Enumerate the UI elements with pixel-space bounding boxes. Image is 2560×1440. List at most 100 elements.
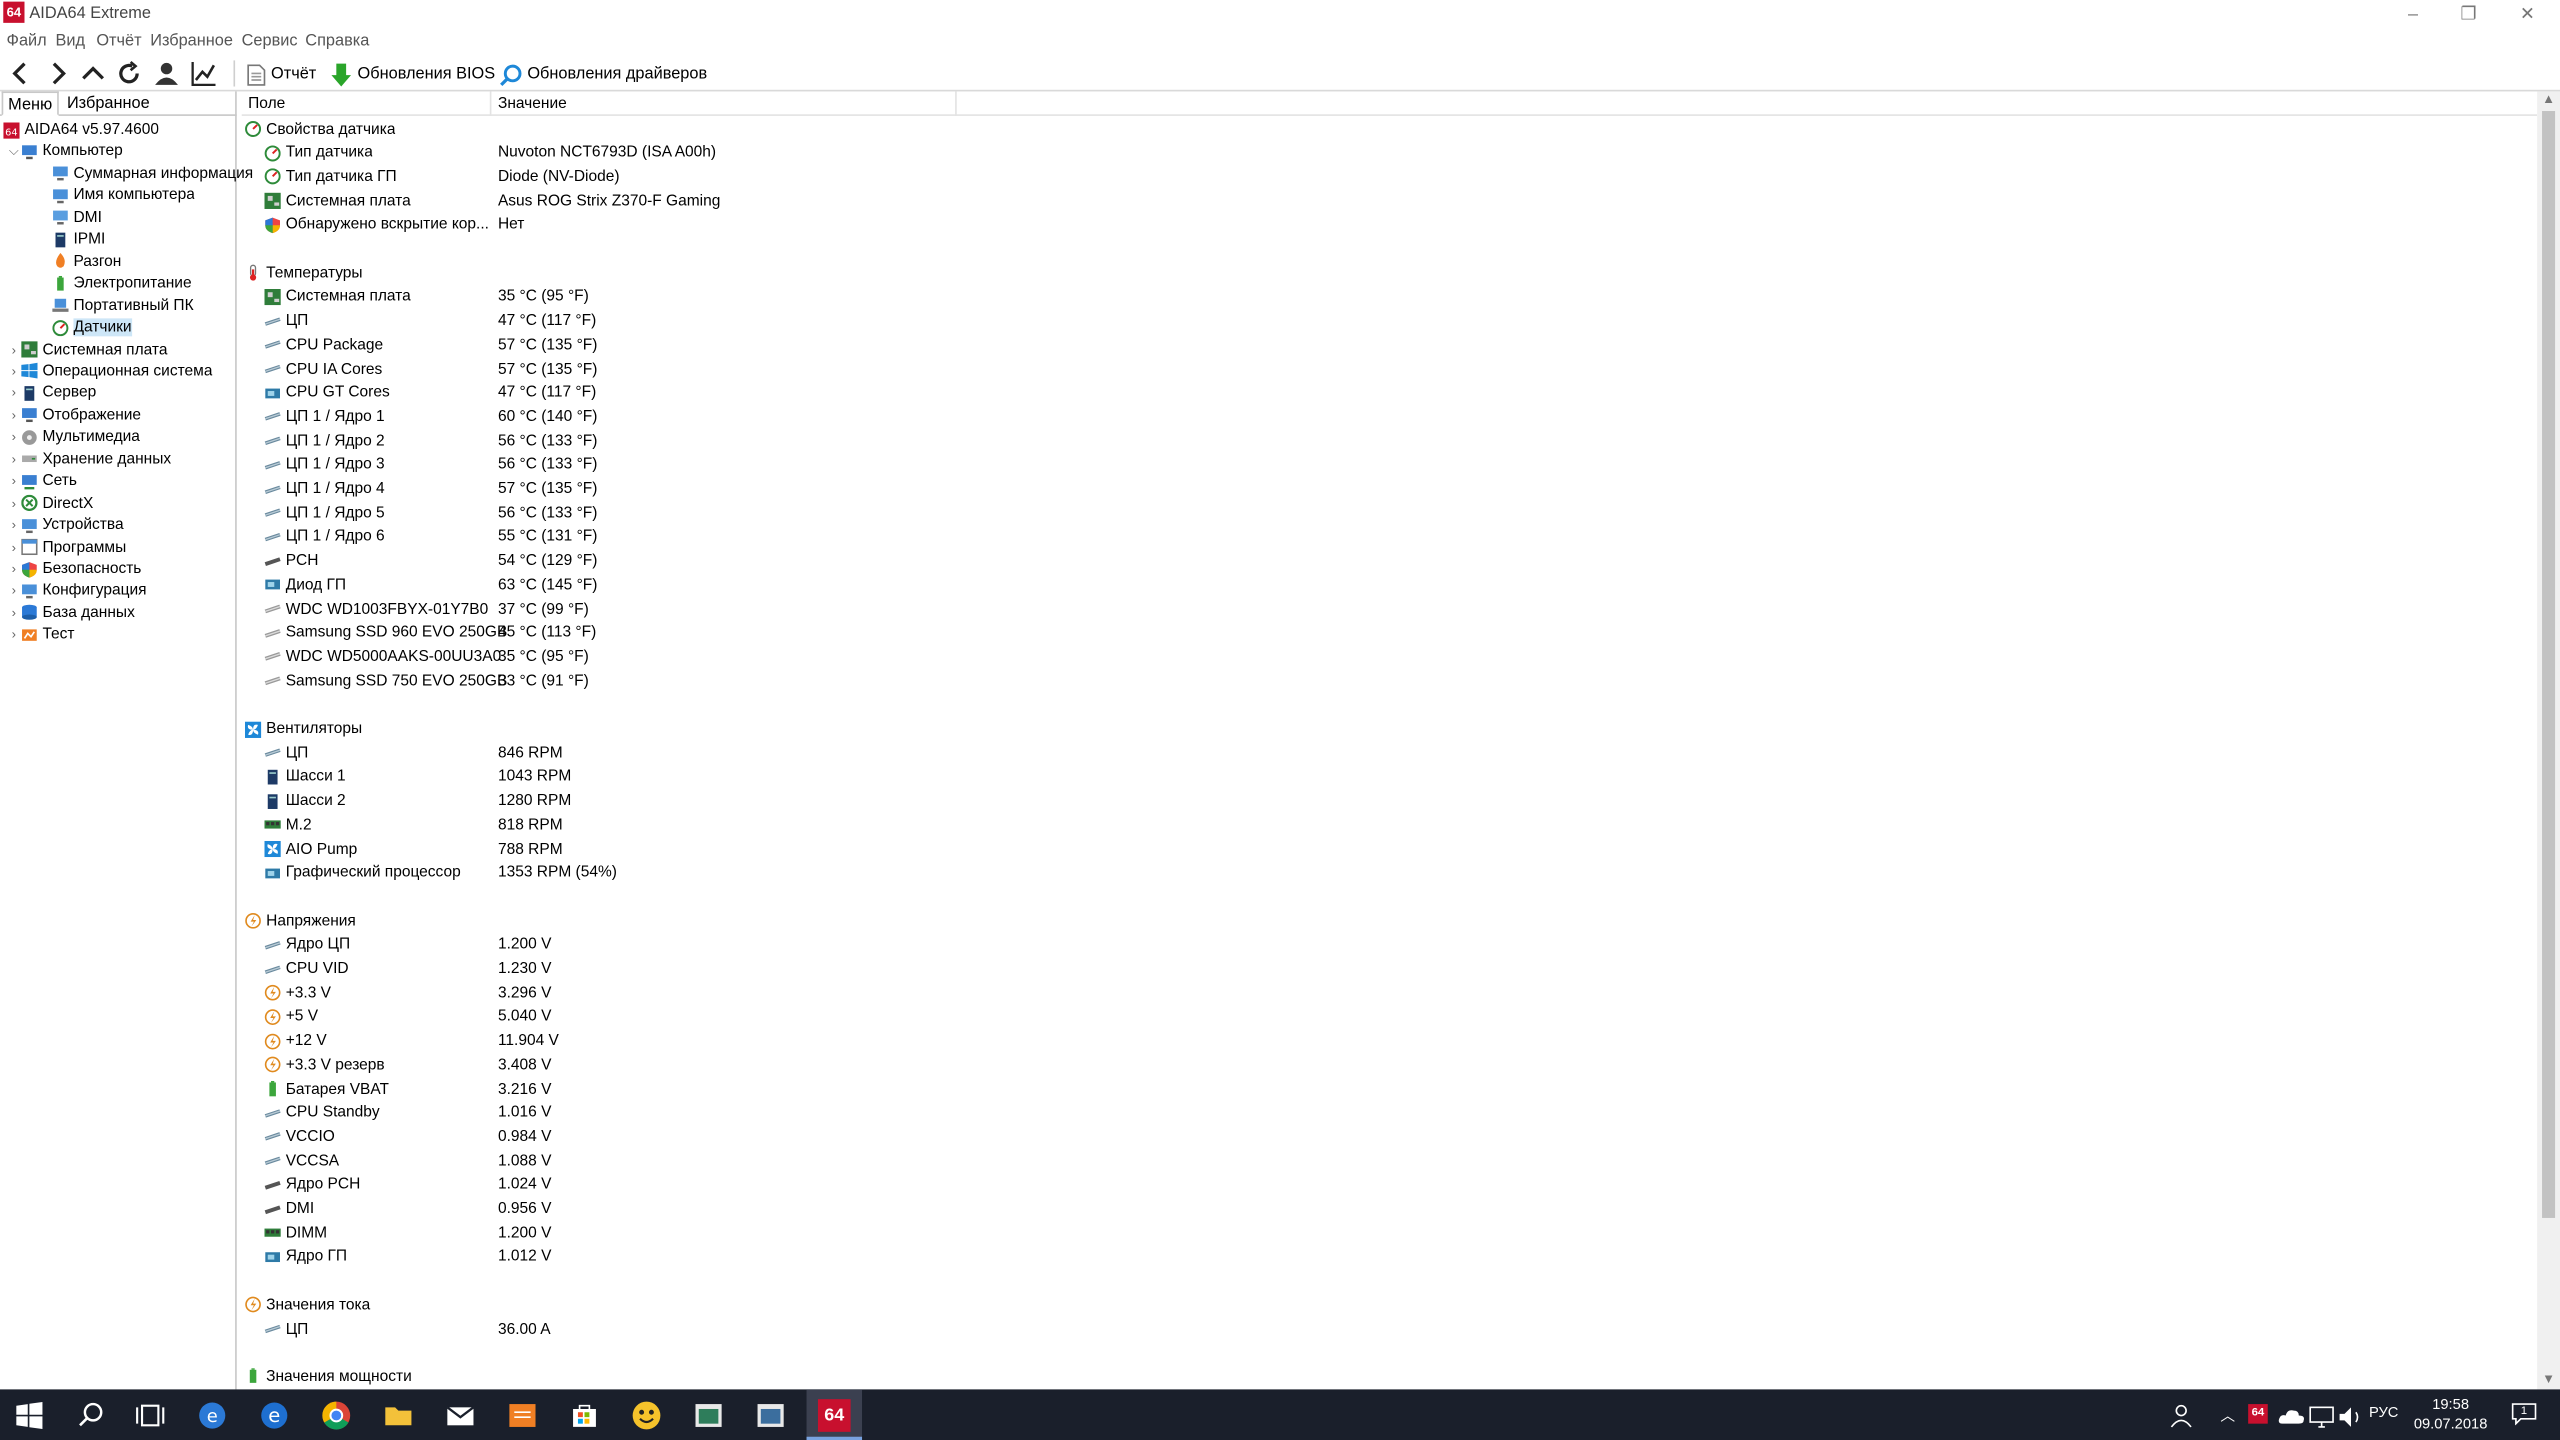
expand-right-icon[interactable]: › [7, 452, 22, 467]
minimize-button[interactable]: – [2384, 0, 2443, 29]
volume-icon[interactable] [2335, 1401, 2361, 1434]
sensor-row[interactable]: ЦП 1 / Ядро 2 56 °C (133 °F) [242, 430, 2528, 453]
sensor-row[interactable]: ЦП 47 °C (117 °F) [242, 310, 2528, 333]
tree-item[interactable]: 64 AIDA64 v5.97.4600 [3, 119, 159, 140]
chrome-icon[interactable] [320, 1399, 353, 1432]
section-header[interactable]: Свойства датчика [242, 118, 2528, 141]
sensor-row[interactable]: ЦП 1 / Ядро 4 57 °C (135 °F) [242, 478, 2528, 501]
edge-legacy-icon[interactable]: e [196, 1399, 229, 1432]
sensor-row[interactable]: M.2 818 RPM [242, 814, 2528, 837]
tree-item[interactable]: DMI [29, 207, 102, 228]
sensor-row[interactable]: VCCSA 1.088 V [242, 1150, 2528, 1173]
sensor-row[interactable]: CPU GT Cores 47 °C (117 °F) [242, 382, 2528, 405]
column-divider[interactable] [955, 91, 957, 116]
driver-update-button[interactable]: Обновления драйверов [500, 60, 707, 88]
tree-item[interactable]: › Сеть [7, 471, 77, 492]
sensor-row[interactable]: Обнаружено вскрытие кор... Нет [242, 214, 2528, 237]
tree-item[interactable]: Портативный ПК [29, 295, 194, 316]
aida-tray-icon[interactable]: 64 [2248, 1404, 2268, 1424]
expand-right-icon[interactable]: › [7, 562, 22, 577]
sensor-row[interactable]: Тип датчика Nuvoton NCT6793D (ISA A00h) [242, 142, 2528, 165]
section-header[interactable]: Вентиляторы [242, 718, 2528, 741]
sensor-row[interactable]: +12 V 11.904 V [242, 1030, 2528, 1053]
aida-taskbar-button[interactable]: 64 [806, 1389, 863, 1440]
tree-item[interactable]: › Программы [7, 536, 127, 557]
emoji-app-icon[interactable] [630, 1399, 663, 1432]
sensor-row[interactable]: ЦП 36.00 A [242, 1318, 2528, 1341]
sensor-row[interactable]: Ядро PCH 1.024 V [242, 1174, 2528, 1197]
section-header[interactable]: Напряжения [242, 910, 2528, 933]
expand-right-icon[interactable]: › [7, 540, 22, 555]
sensor-row[interactable]: Тип датчика ГП Diode (NV-Diode) [242, 166, 2528, 189]
tree-item[interactable]: Имя компьютера [29, 185, 195, 206]
tray-chevron-icon[interactable]: ︿ [2220, 1404, 2235, 1425]
refresh-icon[interactable] [114, 59, 143, 88]
tree-item[interactable]: › Отображение [7, 405, 142, 426]
section-header[interactable]: Температуры [242, 262, 2528, 285]
sensor-row[interactable]: +5 V 5.040 V [242, 1006, 2528, 1029]
user-icon[interactable] [152, 59, 181, 88]
tree-item[interactable]: ⌵ Компьютер [7, 141, 123, 162]
scroll-up-icon[interactable]: ▲ [2537, 91, 2560, 107]
sensor-row[interactable]: Ядро ГП 1.012 V [242, 1246, 2528, 1269]
sensor-row[interactable]: CPU Package 57 °C (135 °F) [242, 334, 2528, 357]
menu-report[interactable]: Отчёт [96, 33, 141, 51]
sensor-row[interactable]: ЦП 1 / Ядро 5 56 °C (133 °F) [242, 502, 2528, 525]
expand-right-icon[interactable]: › [7, 518, 22, 533]
window-app-icon-2[interactable] [754, 1399, 787, 1432]
sensor-row[interactable]: ЦП 846 RPM [242, 742, 2528, 765]
task-view-icon[interactable] [134, 1399, 167, 1432]
list-vertical-scrollbar[interactable]: ▲ ▼ [2537, 91, 2560, 1390]
expand-right-icon[interactable]: › [7, 342, 22, 357]
expand-right-icon[interactable]: › [7, 496, 22, 511]
section-header[interactable]: Значения тока [242, 1294, 2528, 1317]
sensor-row[interactable]: +3.3 V 3.296 V [242, 982, 2528, 1005]
expand-down-icon[interactable]: ⌵ [7, 144, 22, 160]
people-icon[interactable] [2168, 1399, 2194, 1432]
sensor-row[interactable]: CPU IA Cores 57 °C (135 °F) [242, 358, 2528, 381]
bios-update-button[interactable]: Обновления BIOS [330, 60, 495, 88]
notifications-button[interactable]: 1 [2511, 1402, 2537, 1426]
close-button[interactable]: ✕ [2498, 0, 2557, 29]
sensor-row[interactable]: Системная плата Asus ROG Strix Z370-F Gam… [242, 190, 2528, 213]
sensor-row[interactable]: VCCIO 0.984 V [242, 1126, 2528, 1149]
sensor-row[interactable]: WDC WD5000AAKS-00UU3A0 35 °C (95 °F) [242, 646, 2528, 669]
sensor-row[interactable]: Ядро ЦП 1.200 V [242, 934, 2528, 957]
edge-icon[interactable]: e [258, 1399, 291, 1432]
language-indicator[interactable]: РУС [2369, 1404, 2398, 1420]
tree-item[interactable]: IPMI [29, 229, 105, 250]
forward-icon[interactable] [42, 59, 71, 88]
network-tray-icon[interactable] [2305, 1401, 2334, 1434]
store-icon[interactable] [568, 1399, 601, 1432]
expand-right-icon[interactable]: › [7, 430, 22, 445]
maximize-button[interactable]: ❐ [2439, 0, 2498, 29]
sensor-row[interactable]: ЦП 1 / Ядро 6 55 °C (131 °F) [242, 526, 2528, 549]
menu-service[interactable]: Сервис [242, 33, 298, 51]
file-explorer-icon[interactable] [382, 1399, 415, 1432]
onedrive-icon[interactable] [2276, 1401, 2304, 1434]
tab-menu[interactable]: Меню [1, 91, 59, 116]
tree-item[interactable]: › Хранение данных [7, 449, 172, 470]
tree-item[interactable]: Датчики [29, 317, 132, 338]
tree-item[interactable]: › Конфигурация [7, 580, 147, 601]
tree-item[interactable]: › Безопасность [7, 558, 142, 579]
sensor-row[interactable]: Samsung SSD 750 EVO 250GB 33 °C (91 °F) [242, 670, 2528, 693]
expand-right-icon[interactable]: › [7, 474, 22, 489]
tree-item[interactable]: › DirectX [7, 492, 94, 513]
sensor-row[interactable]: +3.3 V резерв 3.408 V [242, 1054, 2528, 1077]
mail-icon[interactable] [444, 1399, 477, 1432]
sensor-row[interactable]: ЦП 1 / Ядро 1 60 °C (140 °F) [242, 406, 2528, 429]
tab-favorites[interactable]: Избранное [62, 91, 155, 115]
sensor-row[interactable]: Системная плата 35 °C (95 °F) [242, 286, 2528, 309]
sensor-row[interactable]: Батарея VBAT 3.216 V [242, 1078, 2528, 1101]
sensor-row[interactable]: Графический процессор 1353 RPM (54%) [242, 862, 2528, 885]
expand-right-icon[interactable]: › [7, 364, 22, 379]
menu-favorites[interactable]: Избранное [150, 33, 233, 51]
sensor-row[interactable]: AIO Pump 788 RPM [242, 838, 2528, 861]
up-icon[interactable] [78, 59, 107, 88]
sensor-row[interactable]: PCH 54 °C (129 °F) [242, 550, 2528, 573]
sensor-row[interactable]: Samsung SSD 960 EVO 250GB 45 °C (113 °F) [242, 622, 2528, 645]
sensor-row[interactable]: DIMM 1.200 V [242, 1222, 2528, 1245]
tree-item[interactable]: › База данных [7, 602, 135, 623]
column-divider[interactable] [489, 91, 492, 116]
